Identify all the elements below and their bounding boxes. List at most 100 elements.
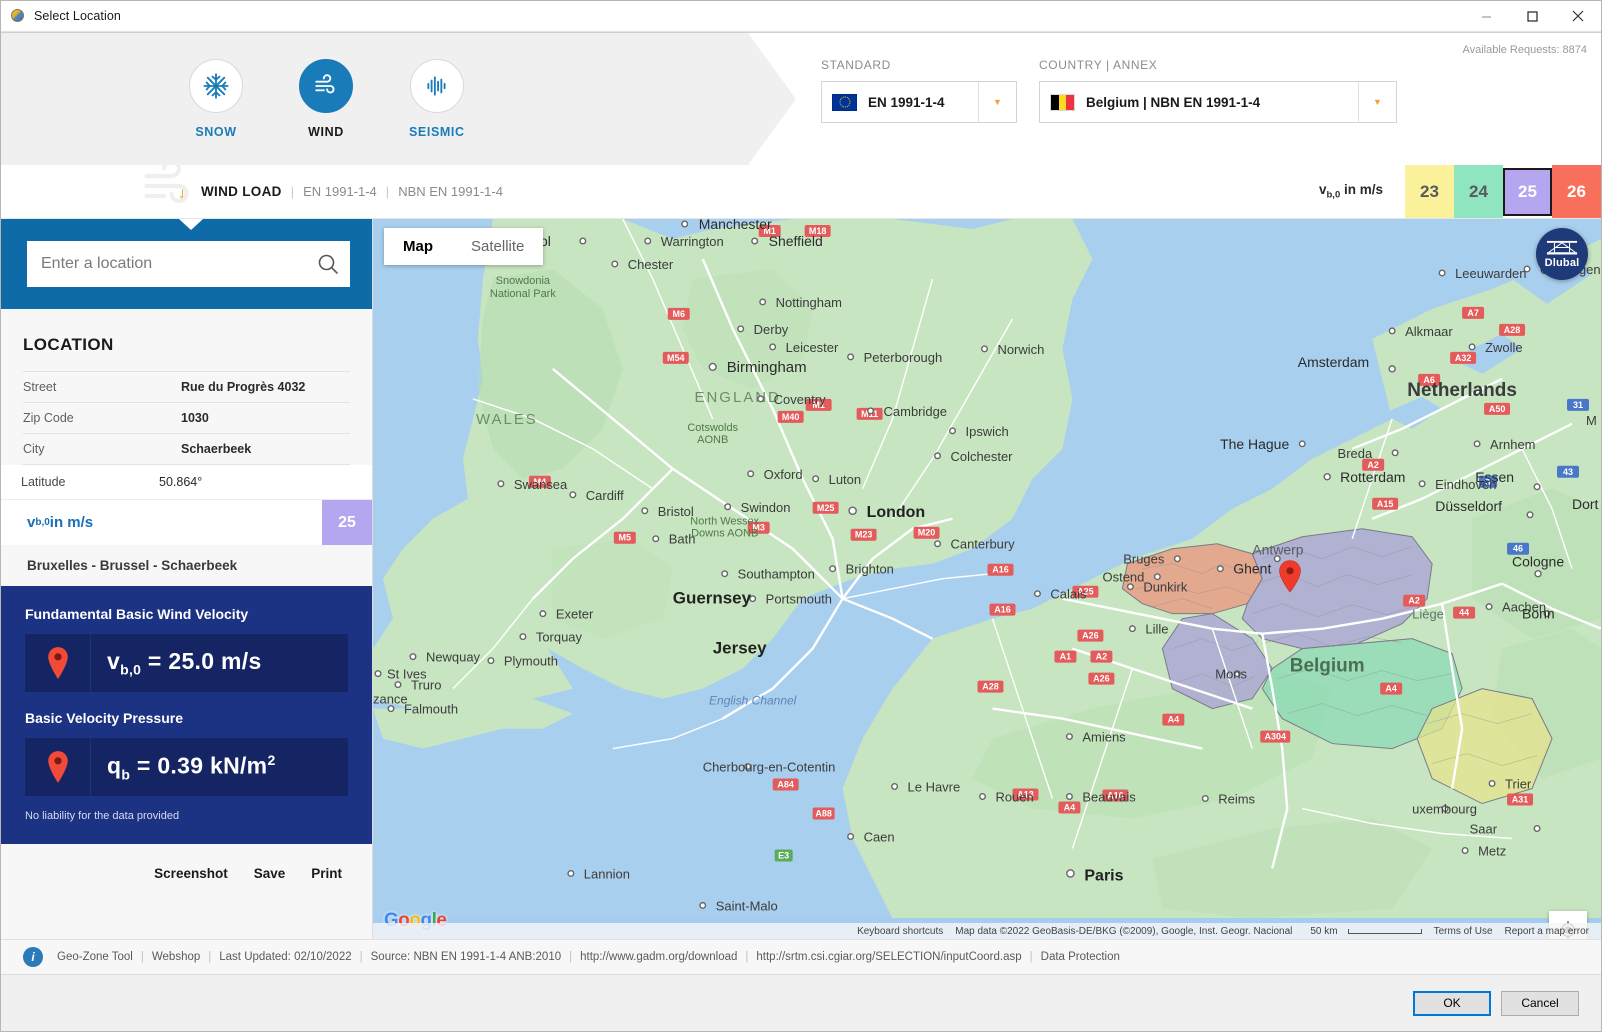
svg-text:Colchester: Colchester — [951, 449, 1014, 464]
liability-note: No liability for the data provided — [25, 810, 180, 822]
report-map-error-link[interactable]: Report a map error — [1499, 926, 1595, 937]
app-body: SNOW WIND SEISMIC Available Requests: 88… — [1, 32, 1601, 974]
footer-link-geo-zone-tool[interactable]: Geo-Zone Tool — [57, 951, 133, 963]
table-row: Zip Code 1030 — [23, 403, 350, 434]
svg-text:Coventry: Coventry — [774, 392, 826, 407]
svg-text:A28: A28 — [1504, 325, 1520, 335]
dlubal-logo-badge[interactable]: Dlubal — [1536, 228, 1588, 280]
svg-text:Mons: Mons — [1215, 667, 1247, 682]
svg-text:Chester: Chester — [628, 257, 674, 272]
region-name: Bruxelles - Brussel - Schaerbeek — [1, 545, 372, 586]
minimize-button[interactable] — [1463, 1, 1509, 32]
zone-chip-26[interactable]: 26 — [1552, 165, 1601, 218]
svg-text:E3: E3 — [778, 850, 789, 860]
footer-separator: | — [745, 951, 749, 963]
search-input[interactable] — [41, 255, 316, 273]
zone-chip-25[interactable]: 25 — [1503, 167, 1552, 216]
map-view[interactable]: .land{fill:#c7e5c0}.land2{fill:#b7ddb2}.… — [373, 219, 1601, 939]
svg-text:Oxford: Oxford — [764, 467, 803, 482]
latitude-key: Latitude — [21, 475, 66, 489]
svg-text:M: M — [1586, 413, 1597, 428]
map-type-map[interactable]: Map — [384, 228, 452, 265]
svg-text:Cambridge: Cambridge — [884, 404, 947, 419]
row-key: Street — [23, 380, 57, 394]
country-group: COUNTRY | ANNEX Belgium | NBN EN 1991-1-… — [1039, 58, 1397, 123]
svg-text:National Park: National Park — [490, 288, 556, 300]
load-type-seismic[interactable]: SEISMIC — [409, 59, 465, 139]
keyboard-shortcuts-link[interactable]: Keyboard shortcuts — [851, 926, 949, 937]
chevron-down-icon[interactable]: ▼ — [978, 82, 1016, 122]
down-arrow-icon: ↓ — [177, 178, 188, 204]
svg-text:Cologne: Cologne — [1512, 554, 1564, 570]
country-select[interactable]: Belgium | NBN EN 1991-1-4 ▼ — [1039, 81, 1397, 123]
table-row: City Schaerbeek — [23, 434, 350, 465]
svg-text:Düsseldorf: Düsseldorf — [1435, 498, 1502, 514]
maximize-button[interactable] — [1509, 1, 1555, 32]
svg-text:A26: A26 — [1082, 631, 1098, 641]
ok-button[interactable]: OK — [1413, 990, 1491, 1016]
svg-text:Ipswich: Ipswich — [966, 424, 1009, 439]
svg-text:M54: M54 — [667, 353, 684, 363]
print-button[interactable]: Print — [311, 866, 342, 881]
svg-text:M5: M5 — [619, 533, 631, 543]
result-title-vb0: Fundamental Basic Wind Velocity — [25, 606, 249, 622]
svg-text:A4: A4 — [1385, 684, 1397, 694]
search-icon[interactable] — [316, 252, 340, 276]
terms-of-use-link[interactable]: Terms of Use — [1428, 926, 1499, 937]
close-button[interactable] — [1555, 1, 1601, 32]
belgium-flag-icon — [1050, 93, 1075, 111]
svg-text:Caen: Caen — [864, 829, 895, 844]
svg-text:A15: A15 — [1377, 499, 1393, 509]
cancel-button[interactable]: Cancel — [1501, 990, 1579, 1016]
footer-link-webshop[interactable]: Webshop — [152, 951, 200, 963]
search-box[interactable] — [27, 241, 350, 287]
svg-text:A26: A26 — [1093, 674, 1109, 684]
location-table: Street Rue du Progrès 4032 Zip Code 1030… — [23, 371, 350, 465]
map-data-text: Map data ©2022 GeoBasis-DE/BKG (©2009), … — [955, 925, 1293, 937]
svg-text:Swindon: Swindon — [741, 500, 791, 515]
standard-select[interactable]: EN 1991-1-4 ▼ — [821, 81, 1017, 123]
map-type-control[interactable]: Map Satellite — [384, 228, 544, 265]
svg-text:St Ives: St Ives — [387, 667, 427, 682]
scale-label: 50 km — [1310, 925, 1338, 937]
footer-separator: | — [1029, 951, 1033, 963]
svg-text:Nottingham: Nottingham — [776, 295, 842, 310]
map-attribution: Keyboard shortcuts Map data ©2022 GeoBas… — [373, 923, 1601, 939]
footer-link-srtm[interactable]: http://srtm.csi.cgiar.org/SELECTION/inpu… — [756, 951, 1021, 963]
scale-bar: 50 km — [1298, 926, 1427, 937]
screenshot-button[interactable]: Screenshot — [154, 866, 228, 881]
save-button[interactable]: Save — [254, 866, 286, 881]
svg-text:Plymouth: Plymouth — [504, 654, 558, 669]
vb0-summary-row: v b,0 in m/s 25 — [1, 499, 372, 545]
app-icon — [10, 8, 26, 24]
svg-text:Lille: Lille — [1145, 622, 1168, 637]
svg-text:Netherlands: Netherlands — [1407, 380, 1517, 401]
svg-text:Antwerp: Antwerp — [1252, 542, 1303, 558]
result-title-qb: Basic Velocity Pressure — [25, 710, 183, 726]
svg-text:Paris: Paris — [1084, 867, 1123, 884]
latitude-row: Latitude 50.864° — [1, 465, 372, 499]
svg-text:Bruges: Bruges — [1123, 552, 1165, 567]
svg-text:A16: A16 — [992, 565, 1008, 575]
location-heading: LOCATION — [23, 335, 114, 354]
svg-text:Alkmaar: Alkmaar — [1405, 324, 1453, 339]
svg-text:43: 43 — [1563, 467, 1573, 477]
zone-chip-23[interactable]: 23 — [1405, 165, 1454, 218]
svg-text:Portsmouth: Portsmouth — [766, 592, 832, 607]
svg-text:Reims: Reims — [1218, 792, 1255, 807]
chevron-down-icon[interactable]: ▼ — [1358, 82, 1396, 122]
info-icon[interactable]: i — [23, 947, 43, 967]
svg-text:Liège: Liège — [1412, 607, 1444, 622]
svg-text:A7: A7 — [1467, 308, 1479, 318]
svg-text:Rotterdam: Rotterdam — [1340, 469, 1405, 485]
main-content: LOCATION Street Rue du Progrès 4032 Zip … — [1, 219, 1601, 939]
footer-separator: | — [359, 951, 363, 963]
zone-chip-24[interactable]: 24 — [1454, 165, 1503, 218]
footer-link-data-protection[interactable]: Data Protection — [1041, 951, 1120, 963]
load-type-snow[interactable]: SNOW — [189, 59, 243, 139]
svg-text:Belgium: Belgium — [1290, 656, 1365, 677]
footer-link-gadm[interactable]: http://www.gadm.org/download — [580, 951, 737, 963]
svg-text:Downs AONB: Downs AONB — [691, 528, 758, 540]
map-type-satellite[interactable]: Satellite — [452, 228, 543, 265]
load-type-wind[interactable]: WIND — [299, 59, 353, 139]
